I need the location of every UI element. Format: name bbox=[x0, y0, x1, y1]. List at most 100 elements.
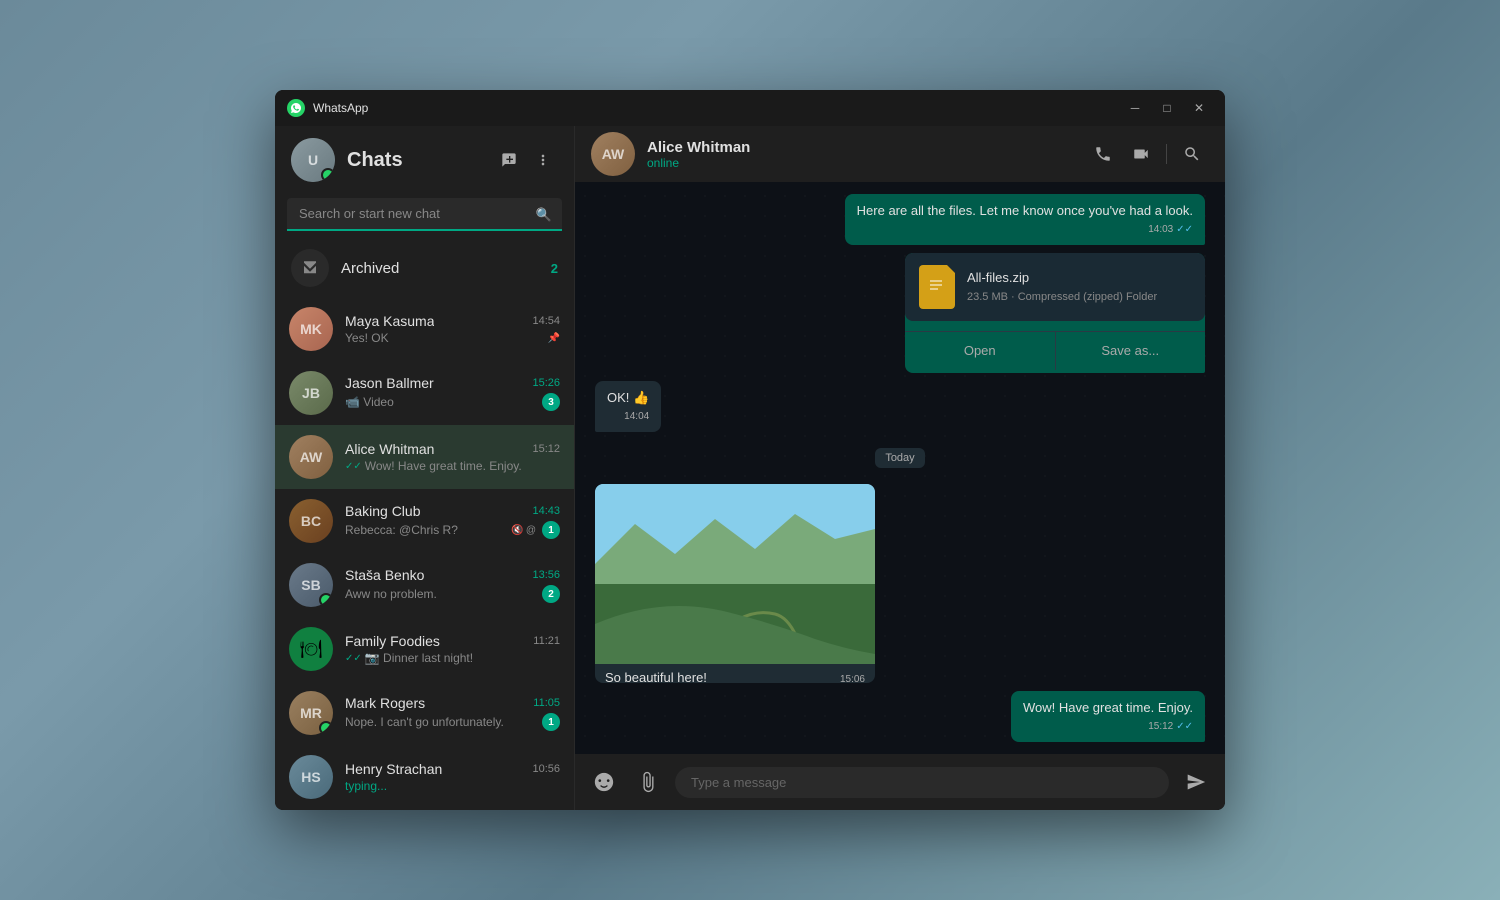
chat-preview-maya: Yes! OK bbox=[345, 331, 544, 345]
file-meta: 23.5 MB · Compressed (zipped) Folder bbox=[967, 290, 1191, 305]
chat-preview-baking: Rebecca: @Chris R? bbox=[345, 523, 511, 537]
avatar-maya: MK bbox=[289, 307, 333, 351]
chat-info-baking: Baking Club 14:43 Rebecca: @Chris R? 🔇 @… bbox=[345, 503, 560, 539]
check-icon-family: ✓✓ bbox=[345, 653, 362, 664]
chat-time-henry: 10:56 bbox=[532, 763, 560, 775]
message-received-ok: OK! 👍 14:04 bbox=[595, 381, 661, 432]
file-icon bbox=[919, 265, 955, 309]
chat-item-maya[interactable]: MK Maya Kasuma 14:54 Yes! OK 📌 bbox=[275, 297, 574, 361]
file-actions: Open Save as... bbox=[905, 331, 1205, 370]
avatar-baking: BC bbox=[289, 499, 333, 543]
chat-preview-jason: 📹 Video bbox=[345, 395, 538, 409]
input-area bbox=[575, 754, 1225, 810]
msg-time-1: 14:03 bbox=[1148, 223, 1173, 237]
new-chat-button[interactable] bbox=[494, 145, 524, 175]
ok-msg-container: OK! 👍 14:04 bbox=[595, 381, 1205, 432]
send-button[interactable] bbox=[1179, 765, 1213, 799]
emoji-button[interactable] bbox=[587, 765, 621, 799]
chat-name-maya: Maya Kasuma bbox=[345, 313, 434, 329]
chat-item-alice[interactable]: AW Alice Whitman 15:12 ✓✓ Wow! Have grea… bbox=[275, 425, 574, 489]
message-text-2: Wow! Have great time. Enjoy. bbox=[1023, 700, 1193, 715]
sidebar: U Chats bbox=[275, 126, 575, 810]
video-call-button[interactable] bbox=[1124, 137, 1158, 171]
search-icon: 🔍 bbox=[536, 207, 552, 223]
chat-name-alice: Alice Whitman bbox=[345, 441, 434, 457]
chat-info-maya: Maya Kasuma 14:54 Yes! OK 📌 bbox=[345, 313, 560, 345]
minimize-button[interactable]: ─ bbox=[1121, 94, 1149, 122]
voice-call-button[interactable] bbox=[1086, 137, 1120, 171]
app-logo bbox=[287, 99, 305, 117]
header-divider bbox=[1166, 144, 1167, 164]
chat-item-stasa[interactable]: SB Staša Benko 13:56 Aww no problem. 2 bbox=[275, 553, 574, 617]
avatar-alice: AW bbox=[289, 435, 333, 479]
chat-preview-family: 📷 Dinner last night! bbox=[365, 651, 560, 665]
chat-info-stasa: Staša Benko 13:56 Aww no problem. 2 bbox=[345, 567, 560, 603]
current-user-avatar[interactable]: U bbox=[291, 138, 335, 182]
avatar-jason: JB bbox=[289, 371, 333, 415]
search-chat-button[interactable] bbox=[1175, 137, 1209, 171]
archived-row[interactable]: Archived 2 bbox=[275, 239, 574, 297]
date-label: Today bbox=[875, 448, 924, 468]
save-as-button[interactable]: Save as... bbox=[1056, 332, 1206, 370]
check-icon-alice: ✓✓ bbox=[345, 461, 362, 472]
contact-name: Alice Whitman bbox=[647, 139, 1074, 156]
chat-preview-alice: Wow! Have great time. Enjoy. bbox=[365, 459, 560, 473]
unread-badge-mark: 1 bbox=[542, 713, 560, 731]
sidebar-header: U Chats bbox=[275, 126, 574, 194]
chat-item-family[interactable]: 🍽 Family Foodies 11:21 ✓✓ 📷 Dinner last … bbox=[275, 617, 574, 681]
chat-time-stasa: 13:56 bbox=[532, 569, 560, 581]
chat-contact-avatar[interactable]: AW bbox=[591, 132, 635, 176]
open-file-button[interactable]: Open bbox=[905, 332, 1056, 370]
window-controls: ─ □ ✕ bbox=[1121, 94, 1213, 122]
chat-name-mark: Mark Rogers bbox=[345, 695, 425, 711]
chat-item-baking[interactable]: BC Baking Club 14:43 Rebecca: @Chris R? … bbox=[275, 489, 574, 553]
file-details: All-files.zip 23.5 MB · Compressed (zipp… bbox=[967, 269, 1191, 305]
app-body: U Chats bbox=[275, 126, 1225, 810]
avatar-stasa: SB bbox=[289, 563, 333, 607]
chat-time-jason: 15:26 bbox=[532, 377, 560, 389]
maximize-button[interactable]: □ bbox=[1153, 94, 1181, 122]
message-input[interactable] bbox=[675, 767, 1169, 798]
date-separator: Today bbox=[595, 448, 1205, 468]
search-input[interactable] bbox=[287, 198, 562, 231]
file-message: All-files.zip 23.5 MB · Compressed (zipp… bbox=[905, 253, 1205, 373]
chat-header: AW Alice Whitman online bbox=[575, 126, 1225, 182]
unread-badge-baking: 1 bbox=[542, 521, 560, 539]
ok-time: 14:04 bbox=[624, 410, 649, 424]
message-sent-2: Wow! Have great time. Enjoy. 15:12 ✓✓ bbox=[1011, 691, 1205, 742]
archived-count: 2 bbox=[551, 261, 558, 276]
contact-status: online bbox=[647, 156, 1074, 170]
chat-preview-mark: Nope. I can't go unfortunately. bbox=[345, 715, 538, 729]
chat-item-dawn[interactable]: DJ Dawn Jones 8:32 bbox=[275, 809, 574, 810]
pin-icon-maya: 📌 bbox=[548, 333, 560, 344]
attach-button[interactable] bbox=[631, 765, 665, 799]
message-sent-1: Here are all the files. Let me know once… bbox=[845, 194, 1205, 245]
chat-name-stasa: Staša Benko bbox=[345, 567, 424, 583]
chat-preview-henry: typing... bbox=[345, 779, 560, 793]
unread-badge-stasa: 2 bbox=[542, 585, 560, 603]
app-title: WhatsApp bbox=[313, 101, 1121, 115]
image-caption: So beautiful here! bbox=[605, 670, 707, 683]
chat-item-jason[interactable]: JB Jason Ballmer 15:26 📹 Video 3 bbox=[275, 361, 574, 425]
image-container bbox=[595, 484, 875, 664]
chat-item-mark[interactable]: MR Mark Rogers 11:05 Nope. I can't go un… bbox=[275, 681, 574, 745]
file-attachment: All-files.zip 23.5 MB · Compressed (zipp… bbox=[905, 253, 1205, 321]
chat-name-baking: Baking Club bbox=[345, 503, 421, 519]
chat-time-alice: 15:12 bbox=[532, 443, 560, 455]
image-bottom: So beautiful here! 15:06 bbox=[595, 664, 875, 683]
file-name: All-files.zip bbox=[967, 269, 1191, 287]
chat-name-family: Family Foodies bbox=[345, 633, 440, 649]
chat-preview-stasa: Aww no problem. bbox=[345, 587, 538, 601]
image-time: 15:06 bbox=[840, 674, 865, 683]
title-bar: WhatsApp ─ □ ✕ bbox=[275, 90, 1225, 126]
chat-item-henry[interactable]: HS Henry Strachan 10:56 typing... bbox=[275, 745, 574, 809]
more-options-button[interactable] bbox=[528, 145, 558, 175]
header-actions bbox=[1086, 137, 1209, 171]
avatar-mark: MR bbox=[289, 691, 333, 735]
close-button[interactable]: ✕ bbox=[1185, 94, 1213, 122]
archived-label: Archived bbox=[341, 260, 539, 277]
msg-time-2: 15:12 bbox=[1148, 720, 1173, 734]
chat-info-alice: Alice Whitman 15:12 ✓✓ Wow! Have great t… bbox=[345, 441, 560, 473]
avatar-family: 🍽 bbox=[289, 627, 333, 671]
chat-info-mark: Mark Rogers 11:05 Nope. I can't go unfor… bbox=[345, 695, 560, 731]
